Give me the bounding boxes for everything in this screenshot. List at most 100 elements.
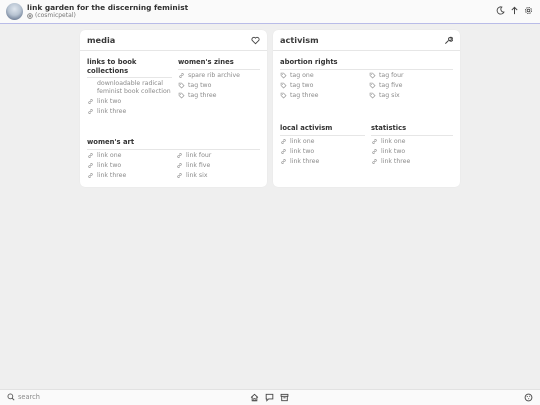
zines-section: women's zines spare rib archive tag two … bbox=[178, 58, 260, 102]
tag-label: tag two bbox=[188, 81, 212, 89]
tag-label: tag one bbox=[290, 71, 314, 79]
tag-icon bbox=[369, 82, 376, 89]
list-item[interactable]: link two bbox=[280, 148, 365, 156]
link-icon bbox=[372, 148, 377, 155]
search-button[interactable]: search bbox=[7, 393, 40, 401]
local-activism-section: local activism link one link two link th… bbox=[280, 124, 365, 168]
link-label: link three bbox=[97, 171, 127, 179]
chat-icon[interactable] bbox=[265, 393, 274, 402]
heart-icon[interactable] bbox=[251, 36, 260, 45]
abortion-section: abortion rights tag one tag two tag thre… bbox=[280, 58, 453, 102]
abortion-section-title: abortion rights bbox=[280, 58, 453, 70]
user-handle[interactable]: (cosmicpetal) bbox=[27, 12, 76, 19]
tag-label: tag three bbox=[290, 91, 319, 99]
link-icon bbox=[179, 72, 184, 78]
art-section-title: women's art bbox=[87, 138, 260, 150]
link-label: link three bbox=[381, 157, 411, 165]
tag-icon bbox=[178, 82, 185, 89]
list-item[interactable]: tag two bbox=[280, 82, 369, 90]
books-section-title: links to book collections bbox=[87, 58, 172, 78]
list-item[interactable]: link two bbox=[87, 162, 176, 170]
gear-icon[interactable] bbox=[524, 6, 533, 15]
link-icon bbox=[88, 152, 93, 158]
link-label: link three bbox=[97, 107, 127, 115]
list-item[interactable]: link one bbox=[280, 138, 365, 146]
link-label: link two bbox=[97, 97, 122, 105]
link-label: downloadable radical feminist book colle… bbox=[97, 80, 171, 95]
list-item[interactable]: link one bbox=[371, 138, 453, 146]
list-item[interactable]: tag one bbox=[280, 72, 369, 80]
site-title[interactable]: link garden for the discerning feminist bbox=[27, 3, 188, 12]
art-section: women's art link one link two link three bbox=[87, 138, 260, 182]
list-item[interactable]: link one bbox=[87, 152, 176, 160]
tag-icon bbox=[280, 92, 287, 99]
link-icon bbox=[281, 148, 286, 155]
list-item[interactable]: link two bbox=[371, 148, 453, 156]
archive-icon[interactable] bbox=[280, 393, 289, 402]
list-item[interactable]: link three bbox=[280, 158, 365, 166]
link-icon bbox=[177, 173, 182, 179]
link-label: link five bbox=[186, 161, 211, 169]
moon-icon[interactable] bbox=[496, 6, 505, 15]
list-item[interactable]: link three bbox=[87, 172, 176, 180]
link-icon bbox=[177, 152, 182, 158]
at-icon bbox=[27, 12, 33, 19]
books-section: links to book collections downloadable r… bbox=[87, 58, 172, 118]
handle-text: (cosmicpetal) bbox=[35, 12, 76, 19]
list-item[interactable]: link six bbox=[176, 172, 260, 180]
link-icon bbox=[372, 138, 377, 144]
link-icon bbox=[88, 173, 93, 179]
link-label: spare rib archive bbox=[188, 71, 240, 79]
link-label: link six bbox=[186, 171, 208, 179]
link-label: link three bbox=[290, 157, 320, 165]
tag-icon bbox=[280, 82, 287, 89]
media-card-header: media bbox=[80, 30, 267, 51]
search-label: search bbox=[18, 393, 40, 401]
top-bar: link garden for the discerning feminist … bbox=[0, 0, 540, 24]
avatar[interactable] bbox=[6, 3, 23, 20]
link-label: link two bbox=[381, 147, 406, 155]
link-label: link two bbox=[97, 161, 122, 169]
list-item[interactable]: tag three bbox=[280, 92, 369, 100]
link-label: link one bbox=[290, 137, 315, 145]
link-icon bbox=[281, 138, 286, 144]
tag-icon bbox=[369, 72, 376, 79]
wrench-icon[interactable] bbox=[444, 36, 453, 45]
list-item[interactable]: tag two bbox=[178, 82, 260, 90]
search-icon bbox=[7, 393, 15, 401]
list-item[interactable]: link three bbox=[87, 108, 172, 116]
activism-card-title: activism bbox=[280, 35, 319, 45]
link-icon bbox=[88, 99, 93, 105]
bottom-bar: search bbox=[0, 389, 540, 405]
tag-label: tag six bbox=[379, 91, 400, 99]
list-item[interactable]: link three bbox=[371, 158, 453, 166]
list-item[interactable]: tag three bbox=[178, 92, 260, 100]
home-icon[interactable] bbox=[250, 393, 259, 402]
link-label: link one bbox=[381, 137, 406, 145]
tag-label: tag five bbox=[379, 81, 403, 89]
link-label: link one bbox=[97, 151, 122, 159]
link-icon bbox=[281, 159, 286, 165]
list-item[interactable]: link four bbox=[176, 152, 260, 160]
local-activism-section-title: local activism bbox=[280, 124, 365, 136]
activism-card-header: activism bbox=[273, 30, 460, 51]
cookie-icon[interactable] bbox=[524, 393, 533, 402]
link-label: link two bbox=[290, 147, 315, 155]
list-item[interactable]: link five bbox=[176, 162, 260, 170]
list-item[interactable]: link two bbox=[87, 98, 172, 106]
list-item[interactable]: tag six bbox=[369, 92, 453, 100]
media-card: media links to book collections download… bbox=[80, 30, 267, 187]
tag-icon bbox=[280, 72, 287, 79]
list-item[interactable]: tag five bbox=[369, 82, 453, 90]
link-icon bbox=[88, 109, 93, 115]
media-card-title: media bbox=[87, 35, 116, 45]
arrow-up-icon[interactable] bbox=[510, 6, 519, 15]
list-item[interactable]: downloadable radical feminist book colle… bbox=[87, 80, 172, 95]
activism-card: activism abortion rights tag one tag two… bbox=[273, 30, 460, 187]
list-item[interactable]: spare rib archive bbox=[178, 72, 260, 80]
link-icon bbox=[88, 162, 93, 169]
tag-label: tag two bbox=[290, 81, 314, 89]
list-item[interactable]: tag four bbox=[369, 72, 453, 80]
tag-icon bbox=[178, 92, 185, 99]
link-label: link four bbox=[186, 151, 212, 159]
